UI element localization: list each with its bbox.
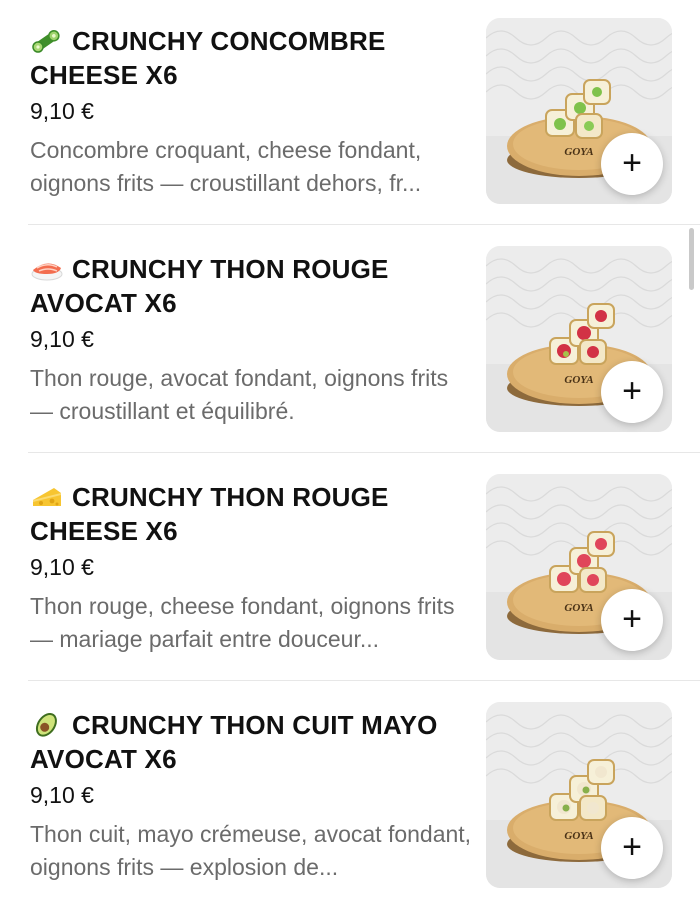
scrollbar[interactable] [689, 228, 694, 290]
divider [28, 224, 700, 225]
menu-item[interactable]: CRUNCHY CONCOMBRE CHEESE X6 9,10 € Conco… [0, 0, 700, 228]
menu-item-price: 9,10 € [30, 326, 94, 352]
menu-item-title: CRUNCHY THON ROUGE CHEESE X6 [30, 482, 389, 546]
goya-logo: GOYA [564, 374, 593, 386]
menu-item-title: CRUNCHY CONCOMBRE CHEESE X6 [30, 26, 386, 90]
menu-item-text: CRUNCHY THON CUIT MAYO AVOCAT X6 9,10 € … [30, 708, 475, 884]
cucumber-icon [32, 30, 60, 53]
avocado-icon [35, 712, 57, 737]
plus-icon: + [622, 371, 642, 410]
menu-item-price: 9,10 € [30, 98, 94, 124]
menu-item-price: 9,10 € [30, 782, 94, 808]
add-to-cart-button[interactable]: + [601, 589, 663, 651]
menu-item-list: CRUNCHY CONCOMBRE CHEESE X6 9,10 € Conco… [0, 0, 700, 900]
cheese-icon [33, 488, 61, 506]
menu-item-text: CRUNCHY THON ROUGE CHEESE X6 9,10 € Thon… [30, 480, 475, 656]
menu-item[interactable]: CRUNCHY THON ROUGE CHEESE X6 9,10 € Thon… [0, 456, 700, 684]
menu-item-description: Thon cuit, mayo crémeuse, avocat fondant… [30, 821, 472, 880]
goya-logo: GOYA [564, 146, 593, 158]
sushi-icon [31, 263, 63, 281]
plus-icon: + [622, 143, 642, 182]
add-to-cart-button[interactable]: + [601, 133, 663, 195]
divider [28, 680, 700, 681]
menu-item-text: CRUNCHY THON ROUGE AVOCAT X6 9,10 € Thon… [30, 252, 475, 428]
menu-item-description: Thon rouge, cheese fondant, oignons frit… [30, 593, 455, 652]
menu-item-price: 9,10 € [30, 554, 94, 580]
menu-item-text: CRUNCHY CONCOMBRE CHEESE X6 9,10 € Conco… [30, 24, 475, 200]
menu-item[interactable]: CRUNCHY THON ROUGE AVOCAT X6 9,10 € Thon… [0, 228, 700, 456]
menu-item[interactable]: CRUNCHY THON CUIT MAYO AVOCAT X6 9,10 € … [0, 684, 700, 900]
divider [28, 452, 700, 453]
goya-logo: GOYA [564, 830, 593, 842]
menu-item-description: Concombre croquant, cheese fondant, oign… [30, 137, 422, 196]
add-to-cart-button[interactable]: + [601, 361, 663, 423]
plus-icon: + [622, 827, 642, 866]
plus-icon: + [622, 599, 642, 638]
goya-logo: GOYA [564, 602, 593, 614]
add-to-cart-button[interactable]: + [601, 817, 663, 879]
menu-item-description: Thon rouge, avocat fondant, oignons frit… [30, 365, 449, 424]
menu-item-title: CRUNCHY THON ROUGE AVOCAT X6 [30, 254, 389, 318]
menu-item-title: CRUNCHY THON CUIT MAYO AVOCAT X6 [30, 710, 438, 774]
